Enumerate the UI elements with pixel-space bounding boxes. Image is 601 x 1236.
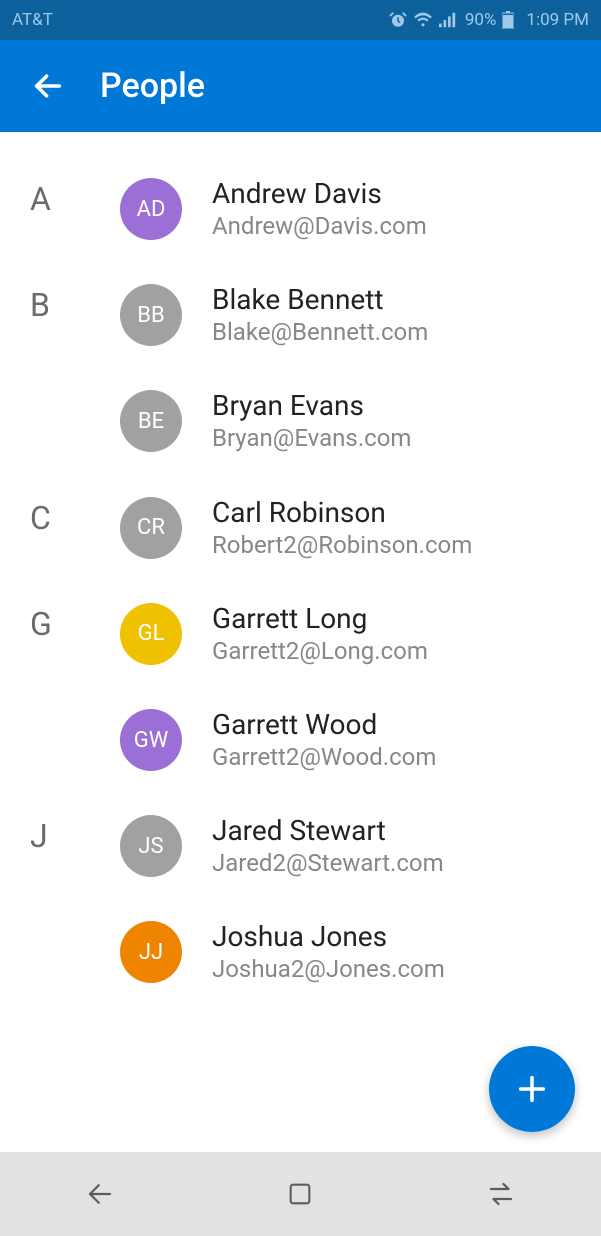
- contact-name: Joshua Jones: [212, 919, 445, 954]
- alarm-icon: [389, 11, 407, 29]
- contact-name: Bryan Evans: [212, 388, 411, 423]
- status-bar: AT&T 90% 1:09 PM: [0, 0, 601, 40]
- avatar: BB: [120, 284, 182, 346]
- arrow-left-icon: [85, 1179, 115, 1209]
- nav-back-button[interactable]: [60, 1164, 140, 1224]
- contact-item[interactable]: GL Garrett LongGarrett2@Long.com: [120, 601, 601, 707]
- square-icon: [286, 1180, 314, 1208]
- carrier-label: AT&T: [12, 10, 53, 30]
- plus-icon: [515, 1072, 549, 1106]
- contact-name: Garrett Long: [212, 601, 428, 636]
- page-title: People: [100, 66, 205, 106]
- section-letter: J: [0, 813, 120, 855]
- section-letter: B: [0, 282, 120, 324]
- avatar: CR: [120, 497, 182, 559]
- contact-item[interactable]: JS Jared StewartJared2@Stewart.com: [120, 813, 601, 919]
- contact-section: AAD Andrew DavisAndrew@Davis.com: [0, 176, 601, 282]
- contact-email: Joshua2@Jones.com: [212, 954, 445, 985]
- contact-item[interactable]: CR Carl RobinsonRobert2@Robinson.com: [120, 495, 601, 601]
- contact-section: GGL Garrett LongGarrett2@Long.com GW Garret…: [0, 601, 601, 813]
- contact-item[interactable]: JJ Joshua JonesJoshua2@Jones.com: [120, 919, 601, 1025]
- section-letter: A: [0, 176, 120, 218]
- contact-item[interactable]: AD Andrew DavisAndrew@Davis.com: [120, 176, 601, 282]
- avatar: BE: [120, 390, 182, 452]
- contact-item[interactable]: GW Garrett WoodGarrett2@Wood.com: [120, 707, 601, 813]
- battery-icon: [502, 11, 514, 29]
- signal-icon: [439, 12, 457, 28]
- contact-section: CCR Carl RobinsonRobert2@Robinson.com: [0, 495, 601, 601]
- clock-time: 1:09 PM: [526, 10, 589, 30]
- back-button[interactable]: [24, 62, 72, 110]
- wifi-icon: [413, 12, 433, 28]
- arrow-left-icon: [31, 69, 65, 103]
- nav-home-button[interactable]: [260, 1164, 340, 1224]
- contact-email: Jared2@Stewart.com: [212, 848, 444, 879]
- contact-name: Garrett Wood: [212, 707, 436, 742]
- avatar: GL: [120, 603, 182, 665]
- app-bar: People: [0, 40, 601, 132]
- contact-name: Jared Stewart: [212, 813, 444, 848]
- contact-name: Andrew Davis: [212, 176, 427, 211]
- contact-email: Blake@Bennett.com: [212, 317, 428, 348]
- add-contact-button[interactable]: [489, 1046, 575, 1132]
- section-letter: C: [0, 495, 120, 537]
- nav-recent-button[interactable]: [461, 1164, 541, 1224]
- section-letter: G: [0, 601, 120, 643]
- contact-item[interactable]: BB Blake BennettBlake@Bennett.com: [120, 282, 601, 388]
- avatar: JS: [120, 815, 182, 877]
- contact-section: BBB Blake BennettBlake@Bennett.com BE Bryan…: [0, 282, 601, 494]
- swap-icon: [486, 1179, 516, 1209]
- contact-email: Andrew@Davis.com: [212, 211, 427, 242]
- avatar: AD: [120, 178, 182, 240]
- contact-email: Robert2@Robinson.com: [212, 530, 472, 561]
- contact-email: Garrett2@Wood.com: [212, 742, 436, 773]
- contact-email: Bryan@Evans.com: [212, 423, 411, 454]
- system-nav-bar: [0, 1152, 601, 1236]
- avatar: JJ: [120, 921, 182, 983]
- contact-email: Garrett2@Long.com: [212, 636, 428, 667]
- contact-name: Blake Bennett: [212, 282, 428, 317]
- battery-percent: 90%: [465, 10, 497, 30]
- contact-name: Carl Robinson: [212, 495, 472, 530]
- avatar: GW: [120, 709, 182, 771]
- contact-section: JJS Jared StewartJared2@Stewart.com JJ Josh…: [0, 813, 601, 1025]
- contacts-list[interactable]: AAD Andrew DavisAndrew@Davis.com BBB Blake …: [0, 132, 601, 1152]
- contact-item[interactable]: BE Bryan EvansBryan@Evans.com: [120, 388, 601, 494]
